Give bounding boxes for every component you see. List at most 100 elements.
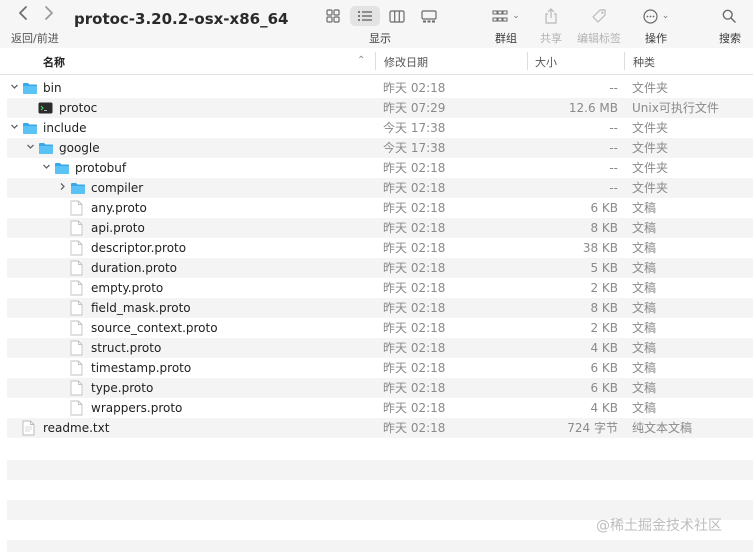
group-icon <box>492 10 508 21</box>
file-size: -- <box>609 181 618 195</box>
file-size: 6 KB <box>590 381 618 395</box>
empty-row <box>7 540 753 552</box>
file-row[interactable]: field_mask.proto 昨天 02:18 8 KB 文稿 <box>7 298 753 318</box>
file-kind: 文稿 <box>632 261 657 275</box>
document-icon <box>70 220 83 240</box>
file-size: -- <box>609 121 618 135</box>
document-icon <box>70 380 83 400</box>
tag-icon <box>592 9 606 23</box>
document-icon <box>70 300 83 320</box>
column-view-button[interactable] <box>384 6 410 26</box>
list-view-button[interactable] <box>350 6 380 26</box>
column-header-name[interactable]: 名称 <box>43 54 65 70</box>
file-date: 昨天 02:18 <box>383 341 446 355</box>
file-kind: 文件夹 <box>632 161 669 175</box>
file-row[interactable]: api.proto 昨天 02:18 8 KB 文稿 <box>7 218 753 238</box>
grid-icon <box>326 9 340 23</box>
column-divider[interactable] <box>375 52 376 70</box>
column-header-size[interactable]: 大小 <box>535 54 557 70</box>
file-row[interactable]: include 今天 17:38 -- 文件夹 <box>7 118 753 138</box>
column-header: 名称 ⌃ 修改日期 大小 种类 <box>0 48 753 75</box>
file-row[interactable]: compiler 昨天 02:18 -- 文件夹 <box>7 178 753 198</box>
file-row[interactable]: google 今天 17:38 -- 文件夹 <box>7 138 753 158</box>
column-divider[interactable] <box>624 52 625 70</box>
disclosure-open-icon[interactable] <box>9 82 19 94</box>
group-label: 群组 <box>495 32 517 45</box>
file-size: 12.6 MB <box>568 101 618 115</box>
icon-view-button[interactable] <box>320 6 346 26</box>
file-name: descriptor.proto <box>91 241 187 255</box>
document-icon <box>70 240 83 260</box>
file-date: 昨天 02:18 <box>383 161 446 175</box>
column-header-kind[interactable]: 种类 <box>633 54 655 70</box>
column-divider[interactable] <box>527 52 528 70</box>
file-date: 昨天 02:18 <box>383 221 446 235</box>
file-row[interactable]: empty.proto 昨天 02:18 2 KB 文稿 <box>7 278 753 298</box>
file-size: 6 KB <box>590 201 618 215</box>
gallery-view-button[interactable] <box>416 6 442 26</box>
group-button[interactable]: ⌄ <box>488 6 524 26</box>
edit-tags-button[interactable] <box>588 6 610 26</box>
file-row[interactable]: type.proto 昨天 02:18 6 KB 文稿 <box>7 378 753 398</box>
chevron-down-icon: ⌄ <box>661 11 670 21</box>
share-label: 共享 <box>540 32 562 45</box>
back-button[interactable] <box>18 5 28 26</box>
share-icon <box>545 8 557 24</box>
file-row[interactable]: protoc 昨天 07:29 12.6 MB Unix可执行文件 <box>7 98 753 118</box>
file-row[interactable]: readme.txt 昨天 02:18 724 字节 纯文本文稿 <box>7 418 753 438</box>
file-size: 2 KB <box>590 321 618 335</box>
file-date: 昨天 02:18 <box>383 361 446 375</box>
document-icon <box>70 280 83 300</box>
file-kind: 文稿 <box>632 381 657 395</box>
file-date: 昨天 02:18 <box>383 401 446 415</box>
file-date: 昨天 02:18 <box>383 201 446 215</box>
disclosure-open-icon[interactable] <box>9 122 19 134</box>
file-row[interactable]: duration.proto 昨天 02:18 5 KB 文稿 <box>7 258 753 278</box>
file-name: api.proto <box>91 221 145 235</box>
file-row[interactable]: wrappers.proto 昨天 02:18 4 KB 文稿 <box>7 398 753 418</box>
window-title: protoc-3.20.2-osx-x86_64 <box>74 10 289 28</box>
file-kind: 文稿 <box>632 401 657 415</box>
document-icon <box>70 360 83 380</box>
forward-button[interactable] <box>44 5 54 26</box>
empty-row <box>7 460 753 480</box>
file-kind: 文件夹 <box>632 121 669 135</box>
file-name: google <box>59 141 100 155</box>
column-header-date[interactable]: 修改日期 <box>384 54 428 70</box>
file-kind: 文件夹 <box>632 181 669 195</box>
file-row[interactable]: timestamp.proto 昨天 02:18 6 KB 文稿 <box>7 358 753 378</box>
search-button[interactable] <box>719 6 739 26</box>
file-date: 昨天 02:18 <box>383 261 446 275</box>
folder-icon <box>70 180 86 199</box>
columns-icon <box>389 9 405 23</box>
file-name: readme.txt <box>43 421 110 435</box>
nav-label: 返回/前进 <box>11 32 59 45</box>
file-name: compiler <box>91 181 144 195</box>
file-size: 38 KB <box>582 241 618 255</box>
file-date: 昨天 02:18 <box>383 421 446 435</box>
file-row[interactable]: bin 昨天 02:18 -- 文件夹 <box>7 78 753 98</box>
file-row[interactable]: protobuf 昨天 02:18 -- 文件夹 <box>7 158 753 178</box>
file-kind: 文稿 <box>632 281 657 295</box>
disclosure-open-icon[interactable] <box>41 162 51 174</box>
file-kind: 文件夹 <box>632 81 669 95</box>
file-kind: 文稿 <box>632 201 657 215</box>
file-kind: 文稿 <box>632 301 657 315</box>
disclosure-open-icon[interactable] <box>25 142 35 154</box>
file-size: 4 KB <box>590 341 618 355</box>
file-size: -- <box>609 161 618 175</box>
disclosure-closed-icon[interactable] <box>57 182 67 194</box>
file-row[interactable]: descriptor.proto 昨天 02:18 38 KB 文稿 <box>7 238 753 258</box>
document-icon <box>70 340 83 360</box>
folder-icon <box>22 120 38 139</box>
file-row[interactable]: source_context.proto 昨天 02:18 2 KB 文稿 <box>7 318 753 338</box>
file-kind: 纯文本文稿 <box>632 421 693 435</box>
file-size: 2 KB <box>590 281 618 295</box>
file-date: 昨天 02:18 <box>383 321 446 335</box>
file-row[interactable]: struct.proto 昨天 02:18 4 KB 文稿 <box>7 338 753 358</box>
share-button[interactable] <box>540 6 562 26</box>
document-icon <box>70 260 83 280</box>
file-row[interactable]: any.proto 昨天 02:18 6 KB 文稿 <box>7 198 753 218</box>
file-size: 8 KB <box>590 221 618 235</box>
action-button[interactable]: ⌄ <box>640 6 672 26</box>
